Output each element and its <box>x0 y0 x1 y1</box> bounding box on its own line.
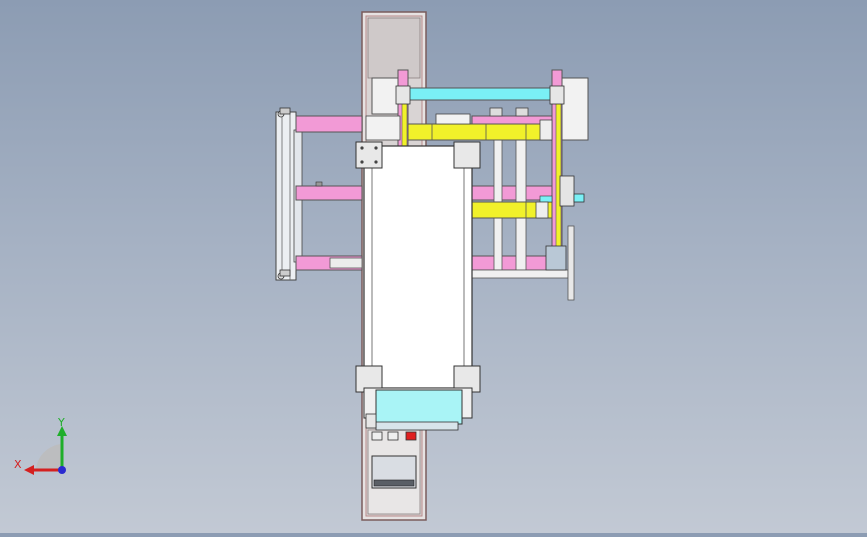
axis-triad: Y X <box>14 416 67 475</box>
assembly-drawing: Y X <box>14 11 589 521</box>
conveyor-belt <box>355 141 481 393</box>
lower-motor-block <box>363 387 473 431</box>
x-axis-label: X <box>14 458 22 471</box>
y-axis-label: Y <box>57 416 65 429</box>
cyan-top-bar <box>407 87 553 101</box>
control-panel <box>371 431 417 489</box>
z-axis-dot <box>58 466 66 474</box>
pink-beams-left <box>295 115 363 271</box>
triad-plane <box>36 444 62 470</box>
cad-viewport[interactable]: Y X <box>0 0 867 533</box>
